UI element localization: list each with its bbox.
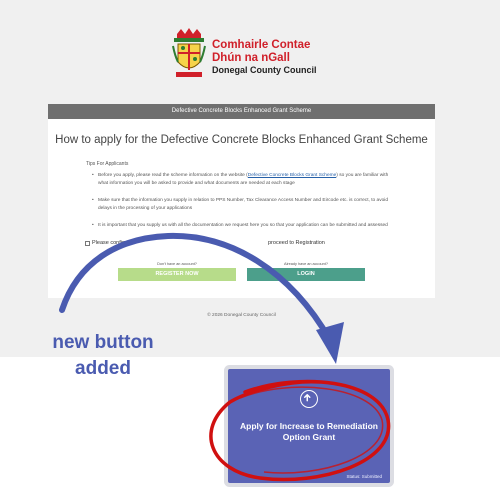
- council-crest-icon: [172, 28, 206, 77]
- tips-label: Tips For Applicants: [86, 161, 129, 167]
- annotation-line-1: new button: [52, 332, 154, 353]
- tip-item-read-info: Before you apply, please read the scheme…: [92, 172, 398, 187]
- apply-increase-button[interactable]: Apply for Increase to Remediation Option…: [228, 369, 390, 483]
- footer-copyright: © 2026 Donegal County Council: [207, 313, 276, 318]
- no-account-label: Don't have an account?: [157, 262, 197, 266]
- arrow-up-circle-icon: [300, 390, 318, 408]
- application-card: Defective Concrete Blocks Enhanced Grant…: [48, 104, 435, 298]
- logo-line-irish-1: Comhairle Contae: [212, 39, 311, 51]
- page-title: How to apply for the Defective Concrete …: [55, 134, 428, 146]
- login-button[interactable]: LOGIN: [247, 268, 365, 281]
- tip-text-1a: Before you apply, please read the scheme…: [98, 173, 248, 178]
- annotation-note: new button added: [42, 330, 164, 382]
- council-logo: Comhairle Contae Dhún na nGall Donegal C…: [172, 26, 342, 84]
- logo-line-irish-2: Dhún na nGall: [212, 51, 290, 64]
- confirm-label: Please confirm: [92, 240, 129, 246]
- annotation-line-2: added: [75, 358, 131, 379]
- confirm-checkbox[interactable]: [85, 240, 90, 246]
- apply-status-label: Status: Submitted: [346, 474, 382, 479]
- register-button[interactable]: REGISTER NOW: [118, 268, 236, 281]
- logo-line-english: Donegal County Council: [212, 65, 317, 75]
- tip-item-documentation: It is important that you supply us with …: [92, 222, 398, 230]
- has-account-label: Already have an account?: [284, 262, 328, 266]
- scheme-header-bar: Defective Concrete Blocks Enhanced Grant…: [48, 104, 435, 119]
- tip-item-correct-info: Make sure that the information you suppl…: [92, 197, 398, 212]
- confirm-label-end: proceed to Registration: [268, 240, 325, 246]
- confirm-row: Please confirm: [85, 240, 128, 246]
- scheme-info-link[interactable]: Defective Concrete Blocks Grant Scheme: [248, 173, 337, 178]
- apply-increase-label: Apply for Increase to Remediation Option…: [240, 421, 378, 442]
